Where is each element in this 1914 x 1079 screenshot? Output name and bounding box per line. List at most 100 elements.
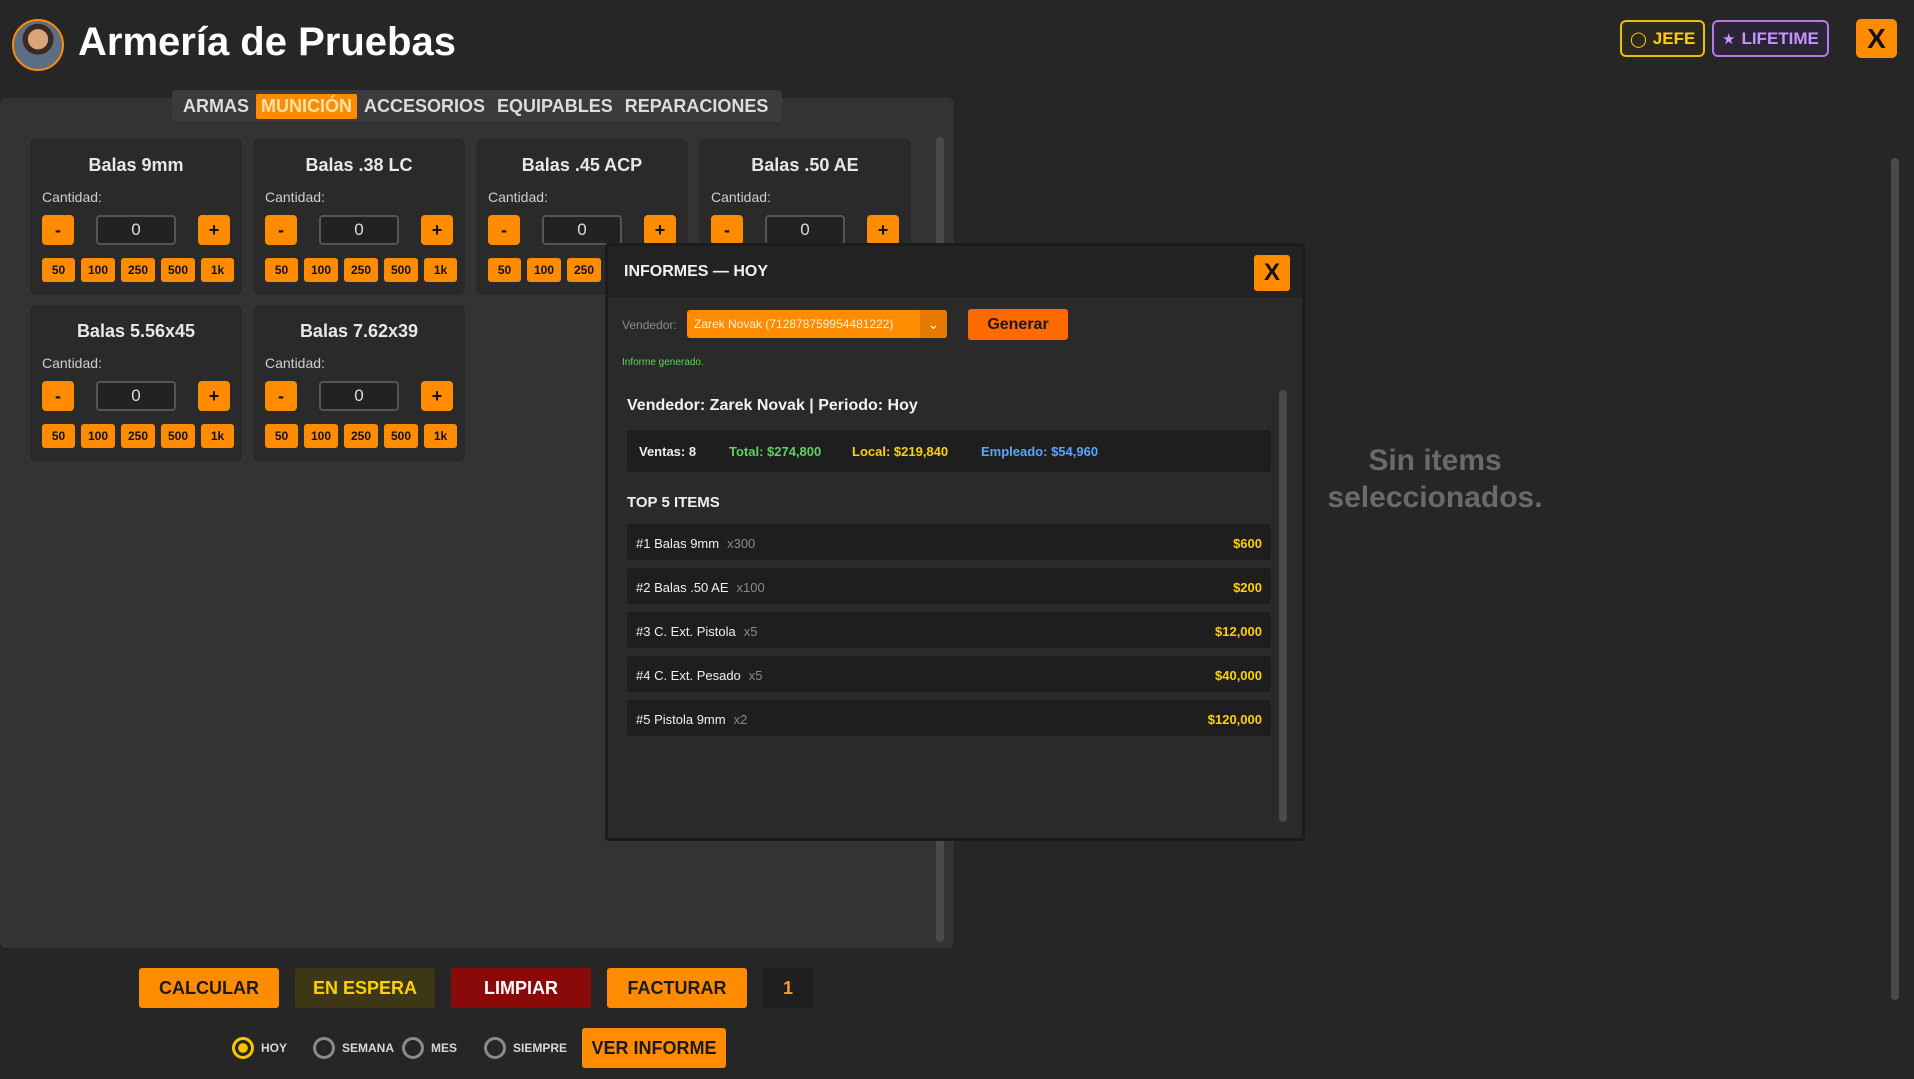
increase-button[interactable]: +: [867, 215, 899, 245]
modal-scrollbar[interactable]: [1279, 390, 1287, 822]
item-price: $600: [1233, 536, 1262, 551]
close-app-button[interactable]: X: [1856, 19, 1897, 58]
product-card: Balas .38 LC Cantidad: - 0 + 50 100 250 …: [253, 139, 465, 295]
decrease-button[interactable]: -: [488, 215, 520, 245]
quantity-input[interactable]: 0: [319, 215, 399, 245]
preset-250-button[interactable]: 250: [567, 258, 601, 282]
preset-1k-button[interactable]: 1k: [424, 258, 457, 282]
item-name-text: #3 C. Ext. Pistola: [636, 624, 736, 639]
decrease-button[interactable]: -: [42, 381, 74, 411]
top-item-row: #3 C. Ext. Pistola x5 $12,000: [627, 612, 1271, 648]
preset-100-button[interactable]: 100: [304, 258, 338, 282]
preset-500-button[interactable]: 500: [161, 258, 195, 282]
preset-500-button[interactable]: 500: [384, 258, 418, 282]
tab-equipables[interactable]: EQUIPABLES: [492, 94, 618, 119]
quantity-input[interactable]: 0: [319, 381, 399, 411]
preset-100-button[interactable]: 100: [81, 424, 115, 448]
increase-button[interactable]: +: [198, 381, 230, 411]
preset-500-button[interactable]: 500: [384, 424, 418, 448]
preset-250-button[interactable]: 250: [121, 258, 155, 282]
period-radio-mes[interactable]: MES: [402, 1037, 457, 1059]
generate-report-button[interactable]: Generar: [968, 309, 1068, 340]
top-item-name: #5 Pistola 9mm x2: [636, 712, 747, 727]
preset-250-button[interactable]: 250: [344, 258, 378, 282]
preset-250-button[interactable]: 250: [344, 424, 378, 448]
modal-title: INFORMES — HOY: [624, 263, 769, 280]
view-report-button[interactable]: VER INFORME: [582, 1028, 726, 1068]
preset-50-button[interactable]: 50: [265, 424, 298, 448]
period-label: MES: [431, 1041, 458, 1055]
preset-50-button[interactable]: 50: [42, 424, 75, 448]
preset-100-button[interactable]: 100: [304, 424, 338, 448]
seller-select[interactable]: Zarek Novak (712878759954481222) ⌄: [687, 310, 947, 338]
product-title: Balas 9mm: [88, 155, 184, 175]
preset-1k-button[interactable]: 1k: [201, 258, 234, 282]
radio-icon: [313, 1037, 335, 1059]
preset-1k-button[interactable]: 1k: [201, 424, 234, 448]
item-qty: x300: [727, 536, 756, 551]
top-item-name: #2 Balas .50 AE x100: [636, 580, 765, 595]
preset-50-button[interactable]: 50: [42, 258, 75, 282]
product-title: Balas .38 LC: [305, 155, 413, 175]
tab-armas[interactable]: ARMAS: [178, 94, 254, 119]
stat-employee: Empleado: $54,960: [981, 444, 1099, 459]
close-modal-button[interactable]: X: [1254, 255, 1290, 291]
quantity-label: Cantidad:: [265, 189, 325, 205]
tab-accesorios[interactable]: ACCESORIOS: [359, 94, 490, 119]
quantity-input[interactable]: 0: [765, 215, 845, 245]
report-summary-title: Vendedor: Zarek Novak | Periodo: Hoy: [627, 397, 918, 414]
preset-100-button[interactable]: 100: [527, 258, 561, 282]
preset-250-button[interactable]: 250: [121, 424, 155, 448]
item-price: $200: [1233, 580, 1262, 595]
preset-100-button[interactable]: 100: [81, 258, 115, 282]
role-badge-label: JEFE: [1652, 28, 1696, 48]
clear-button[interactable]: LIMPIAR: [451, 968, 591, 1008]
preset-50-button[interactable]: 50: [488, 258, 521, 282]
decrease-button[interactable]: -: [265, 215, 297, 245]
item-qty: x5: [748, 668, 763, 683]
quantity-input[interactable]: 0: [96, 215, 176, 245]
invoice-button[interactable]: FACTURAR: [607, 968, 747, 1008]
seller-select-value: Zarek Novak (712878759954481222): [694, 317, 894, 331]
product-card: Balas 9mm Cantidad: - 0 + 50 100 250 500…: [30, 139, 242, 295]
on-hold-button[interactable]: EN ESPERA: [295, 968, 435, 1008]
preset-1k-button[interactable]: 1k: [424, 424, 457, 448]
increase-button[interactable]: +: [198, 215, 230, 245]
quantity-label: Cantidad:: [265, 355, 325, 371]
top-item-row: #2 Balas .50 AE x100 $200: [627, 568, 1271, 604]
tab-reparaciones[interactable]: REPARACIONES: [620, 94, 774, 119]
seller-label: Vendedor:: [622, 318, 677, 332]
preset-500-button[interactable]: 500: [161, 424, 195, 448]
quantity-input[interactable]: 0: [542, 215, 622, 245]
item-name-text: #1 Balas 9mm: [636, 536, 720, 551]
quantity-presets: 50 100 250 500 1k: [265, 258, 457, 282]
app-title: Armería de Pruebas: [78, 20, 456, 64]
increase-button[interactable]: +: [421, 215, 453, 245]
top-item-row: #5 Pistola 9mm x2 $120,000: [627, 700, 1271, 736]
cart-scrollbar[interactable]: [1891, 158, 1899, 1000]
quantity-presets: 50 100 250 500 1k: [42, 424, 234, 448]
radio-icon: [484, 1037, 506, 1059]
decrease-button[interactable]: -: [265, 381, 297, 411]
decrease-button[interactable]: -: [42, 215, 74, 245]
circle-icon: ◯: [1630, 30, 1647, 48]
preset-50-button[interactable]: 50: [265, 258, 298, 282]
period-label: HOY: [261, 1041, 288, 1055]
item-price: $12,000: [1215, 624, 1262, 639]
calculate-button[interactable]: CALCULAR: [139, 968, 279, 1008]
period-radio-semana[interactable]: SEMANA: [313, 1037, 394, 1059]
increase-button[interactable]: +: [421, 381, 453, 411]
item-name-text: #2 Balas .50 AE: [636, 580, 729, 595]
tab-municion[interactable]: MUNICIÓN: [256, 93, 357, 119]
period-radio-siempre[interactable]: SIEMPRE: [484, 1037, 567, 1059]
increase-button[interactable]: +: [644, 215, 676, 245]
category-tabs: ARMAS MUNICIÓN ACCESORIOS EQUIPABLES REP…: [172, 90, 782, 122]
modal-header: INFORMES — HOY X: [608, 246, 1302, 298]
item-qty: x100: [736, 580, 765, 595]
item-name-text: #4 C. Ext. Pesado: [636, 668, 741, 683]
reports-modal: INFORMES — HOY X Vendedor: Zarek Novak (…: [605, 243, 1305, 841]
period-radio-hoy[interactable]: HOY: [232, 1037, 287, 1059]
quantity-input[interactable]: 0: [96, 381, 176, 411]
decrease-button[interactable]: -: [711, 215, 743, 245]
chevron-down-icon[interactable]: ⌄: [920, 310, 947, 338]
